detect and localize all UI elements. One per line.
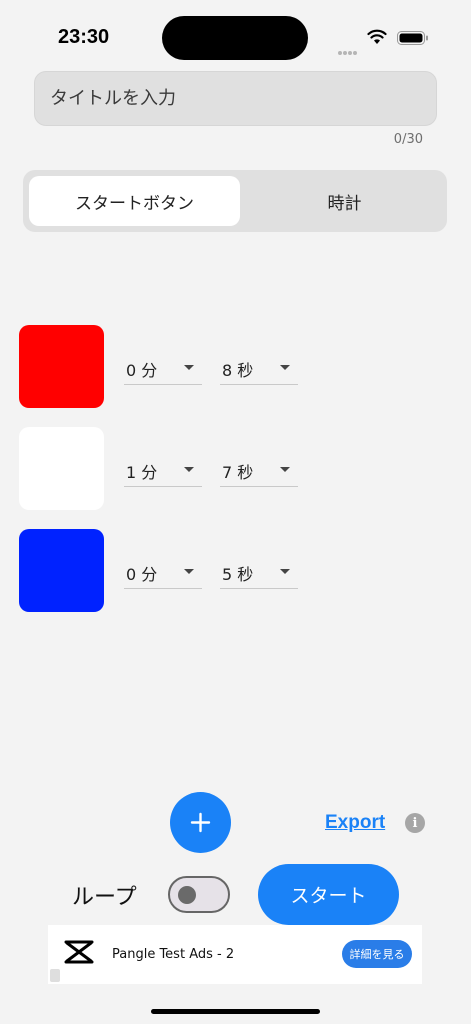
ad-banner[interactable]: Pangle Test Ads - 2 詳細を見る	[48, 925, 422, 984]
dropdown-caret-icon	[184, 467, 194, 472]
battery-icon	[397, 31, 428, 45]
start-button[interactable]: スタート	[258, 864, 399, 925]
info-icon[interactable]: i	[405, 813, 425, 833]
dynamic-island	[162, 16, 308, 60]
export-link[interactable]: Export	[325, 812, 385, 834]
color-swatch-white[interactable]	[19, 427, 104, 510]
loop-label: ループ	[72, 885, 137, 910]
dropdown-caret-icon	[184, 569, 194, 574]
capcut-logo-icon	[64, 940, 94, 964]
loop-toggle[interactable]	[168, 876, 230, 913]
color-swatch-blue[interactable]	[19, 529, 104, 612]
home-indicator	[151, 1009, 320, 1014]
cellular-signal-icon	[338, 40, 360, 55]
tab-start-button[interactable]: スタートボタン	[29, 176, 240, 226]
minutes-picker[interactable]: 0 分	[124, 555, 202, 589]
seconds-picker[interactable]: 8 秒	[220, 351, 298, 385]
seconds-picker[interactable]: 5 秒	[220, 555, 298, 589]
dropdown-caret-icon	[280, 467, 290, 472]
timer-row: 0 分 8 秒	[19, 325, 319, 409]
status-bar: 23:30	[0, 0, 471, 70]
ad-badge	[50, 969, 60, 982]
tab-clock[interactable]: 時計	[239, 176, 450, 226]
dropdown-caret-icon	[280, 365, 290, 370]
dropdown-caret-icon	[280, 569, 290, 574]
toggle-knob	[178, 886, 196, 904]
ad-details-button[interactable]: 詳細を見る	[342, 940, 412, 968]
minutes-picker[interactable]: 0 分	[124, 351, 202, 385]
mode-segmented-control: スタートボタン 時計	[23, 170, 447, 232]
ad-title: Pangle Test Ads - 2	[112, 947, 235, 962]
dropdown-caret-icon	[184, 365, 194, 370]
minutes-picker[interactable]: 1 分	[124, 453, 202, 487]
timer-row: 0 分 5 秒	[19, 529, 319, 613]
timer-row: 1 分 7 秒	[19, 427, 319, 511]
plus-icon	[190, 812, 211, 833]
seconds-picker[interactable]: 7 秒	[220, 453, 298, 487]
wifi-icon	[367, 29, 387, 44]
status-time: 23:30	[58, 26, 110, 48]
title-input[interactable]	[34, 71, 437, 126]
color-swatch-red[interactable]	[19, 325, 104, 408]
title-char-count: 0/30	[393, 132, 423, 147]
add-row-button[interactable]	[170, 792, 231, 853]
